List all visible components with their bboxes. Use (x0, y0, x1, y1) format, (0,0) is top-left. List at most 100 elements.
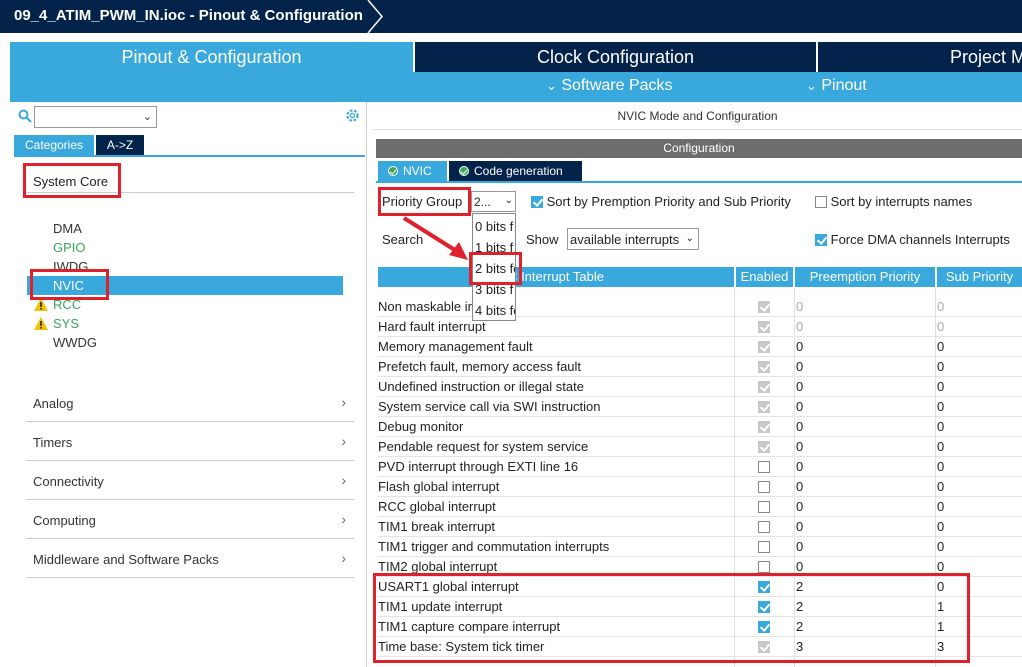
column-header-sub-priority[interactable]: Sub Priority (937, 267, 1022, 287)
pinout-menu[interactable]: ⌄ Pinout (806, 77, 867, 95)
category-item-wwdg[interactable]: WWDG (53, 335, 97, 350)
preemption-priority-cell[interactable]: 0 (795, 417, 935, 437)
preemption-priority-cell[interactable]: 0 (795, 517, 935, 537)
sub-priority-cell[interactable]: 0 (936, 317, 1022, 337)
enabled-checkbox[interactable] (757, 521, 770, 533)
enabled-cell (734, 357, 793, 377)
category-item-sys[interactable]: SYS (53, 316, 79, 331)
table-row[interactable]: PVD interrupt through EXTI line 16 0 0 (378, 457, 1022, 477)
preemption-priority-cell[interactable]: 0 (795, 457, 935, 477)
enabled-checkbox[interactable] (757, 481, 770, 493)
sub-priority-cell[interactable]: 0 (936, 517, 1022, 537)
preemption-priority-cell[interactable]: 0 (795, 357, 935, 377)
tab-code-generation[interactable]: Code generation (449, 161, 582, 181)
section-middleware[interactable]: Middleware and Software Packs › (26, 539, 354, 578)
sub-priority-cell[interactable]: 0 (936, 437, 1022, 457)
column-header-name[interactable]: C Interrupt Table (378, 267, 734, 287)
sub-priority-cell[interactable]: 0 (936, 457, 1022, 477)
checkbox[interactable] (531, 196, 543, 208)
preemption-priority-cell[interactable]: 0 (795, 397, 935, 417)
tab-nvic[interactable]: NVIC (378, 161, 447, 181)
table-row[interactable]: Debug monitor 0 0 (378, 417, 1022, 437)
preemption-priority-cell[interactable]: 0 (795, 337, 935, 357)
enabled-checkbox[interactable] (757, 461, 770, 473)
chevron-right-icon: › (341, 472, 346, 488)
section-analog[interactable]: Analog › (26, 383, 354, 422)
preemption-priority-cell[interactable]: 0 (795, 377, 935, 397)
sub-priority-cell[interactable]: 0 (936, 337, 1022, 357)
priority-option-0[interactable]: 0 bits f (473, 216, 515, 237)
interrupt-name: Debug monitor (378, 419, 464, 434)
table-row[interactable]: Undefined instruction or illegal state 0 0 (378, 377, 1022, 397)
section-connectivity[interactable]: Connectivity › (26, 461, 354, 500)
sub-priority-cell[interactable]: 0 (936, 537, 1022, 557)
sub-priority-cell[interactable]: 0 (936, 497, 1022, 517)
enabled-checkbox (757, 441, 770, 453)
preemption-priority-cell[interactable]: 0 (795, 477, 935, 497)
table-row[interactable]: TIM1 trigger and commutation interrupts 0… (378, 537, 1022, 557)
software-packs-menu[interactable]: ⌄ Software Packs (546, 77, 673, 95)
category-item-gpio[interactable]: GPIO (53, 240, 86, 255)
enabled-checkbox (757, 421, 770, 433)
sub-priority-cell[interactable]: 0 (936, 377, 1022, 397)
table-row[interactable]: TIM1 break interrupt 0 0 (378, 517, 1022, 537)
section-label: Middleware and Software Packs (33, 552, 219, 567)
priority-group-select[interactable]: 2... ⌄ (471, 191, 516, 212)
chevron-down-icon: ⌄ (142, 111, 152, 123)
search-icon[interactable] (18, 109, 32, 123)
tab-pinout-configuration[interactable]: Pinout & Configuration (10, 42, 413, 72)
enabled-checkbox[interactable] (757, 501, 770, 513)
interrupt-name: System service call via SWI instruction (378, 399, 601, 414)
search-combo[interactable]: ⌄ (34, 106, 157, 128)
sort-by-names-checkbox[interactable]: Sort by interrupts names (815, 194, 972, 209)
section-computing[interactable]: Computing › (26, 500, 354, 539)
enabled-checkbox[interactable] (757, 541, 770, 553)
highlight-2-bits (469, 252, 522, 285)
show-select-value: available interrupts (570, 232, 680, 247)
table-row[interactable]: Memory management fault 0 0 (378, 337, 1022, 357)
sub-priority-cell[interactable]: 0 (936, 417, 1022, 437)
checkbox[interactable] (815, 196, 827, 208)
preemption-priority-cell[interactable]: 0 (795, 297, 935, 317)
chevron-right-icon: › (341, 550, 346, 566)
table-row[interactable]: Flash global interrupt 0 0 (378, 477, 1022, 497)
show-select[interactable]: available interrupts ⌄ (567, 228, 699, 250)
preemption-priority-cell[interactable]: 0 (795, 497, 935, 517)
sub-priority-cell[interactable]: 0 (936, 297, 1022, 317)
table-row[interactable]: Pendable request for system service 0 0 (378, 437, 1022, 457)
priority-option-4[interactable]: 4 bits fo (473, 300, 515, 320)
interrupt-name: Non maskable in (378, 299, 475, 314)
category-item-dma[interactable]: DMA (53, 221, 82, 236)
column-header-preemption[interactable]: Preemption Priority (795, 267, 935, 287)
table-row[interactable]: System service call via SWI instruction 0… (378, 397, 1022, 417)
sub-toolbar: ⌄ Software Packs ⌄ Pinout (10, 72, 1022, 102)
checkbox[interactable] (815, 234, 827, 246)
sort-by-priority-checkbox[interactable]: Sort by Premption Priority and Sub Prior… (531, 194, 791, 209)
tab-clock-configuration[interactable]: Clock Configuration (415, 42, 816, 72)
table-row[interactable]: Prefetch fault, memory access fault 0 0 (378, 357, 1022, 377)
sub-priority-cell[interactable]: 0 (936, 357, 1022, 377)
column-header-enabled[interactable]: Enabled (736, 267, 793, 287)
tab-project-manager[interactable]: Project M (818, 42, 1022, 72)
tab-categories[interactable]: Categories (14, 135, 94, 155)
preemption-priority-cell[interactable]: 0 (795, 317, 935, 337)
tab-underline (14, 155, 365, 157)
gear-icon[interactable] (344, 107, 361, 124)
sub-priority-cell[interactable]: 0 (936, 397, 1022, 417)
table-row[interactable]: RCC global interrupt 0 0 (378, 497, 1022, 517)
enabled-cell (734, 477, 793, 497)
highlight-priority-group (378, 187, 471, 216)
section-timers[interactable]: Timers › (26, 422, 354, 461)
enabled-checkbox[interactable] (757, 561, 770, 573)
tab-a-to-z[interactable]: A->Z (96, 135, 144, 155)
chevron-down-icon: ⌄ (685, 233, 694, 244)
breadcrumb-chevron-icon (367, 0, 383, 33)
preemption-priority-cell[interactable]: 0 (795, 537, 935, 557)
interrupt-name: Flash global interrupt (378, 479, 500, 494)
sub-priority-cell[interactable]: 0 (936, 477, 1022, 497)
force-dma-checkbox[interactable]: Force DMA channels Interrupts (815, 232, 1010, 247)
enabled-checkbox (757, 381, 770, 393)
highlight-enabled-interrupts (373, 573, 970, 663)
sort-by-priority-label: Sort by Premption Priority and Sub Prior… (546, 194, 791, 209)
preemption-priority-cell[interactable]: 0 (795, 437, 935, 457)
